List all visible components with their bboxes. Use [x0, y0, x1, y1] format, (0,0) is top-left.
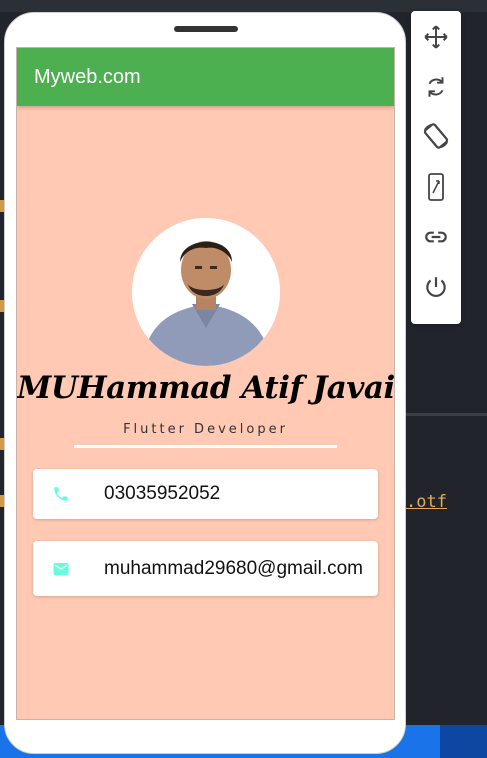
avatar-photo: [132, 218, 280, 366]
rotate-icon[interactable]: [423, 74, 449, 100]
divider-line: [74, 445, 337, 448]
app-screen: Myweb.com MUHammad Atif Javaid Flutter D…: [16, 47, 395, 720]
app-bar-title: Myweb.com: [34, 65, 141, 88]
editor-snippet: .otf: [406, 492, 447, 512]
taskbar-corner: [440, 725, 487, 758]
device-speaker: [174, 26, 238, 32]
phone-icon: [51, 484, 71, 504]
profile-role: Flutter Developer: [123, 422, 288, 437]
move-icon[interactable]: [423, 24, 449, 50]
resize-icon[interactable]: [424, 172, 448, 202]
email-icon: [51, 559, 71, 579]
profile-name: MUHammad Atif Javaid: [17, 370, 395, 406]
editor-divider: [405, 413, 487, 416]
avatar: [132, 218, 280, 366]
email-address: muhammad29680@gmail.com: [104, 557, 364, 579]
phone-number: 03035952052: [104, 483, 221, 504]
rotate-screen-icon[interactable]: [421, 121, 451, 151]
device-frame: Myweb.com MUHammad Atif Javaid Flutter D…: [4, 12, 406, 754]
app-bar: Myweb.com: [17, 48, 394, 106]
phone-card[interactable]: 03035952052: [33, 469, 378, 519]
power-icon[interactable]: [423, 274, 449, 300]
email-card[interactable]: muhammad29680@gmail.com: [33, 541, 378, 596]
emulator-toolbar: [411, 11, 461, 324]
link-icon[interactable]: [423, 224, 449, 250]
